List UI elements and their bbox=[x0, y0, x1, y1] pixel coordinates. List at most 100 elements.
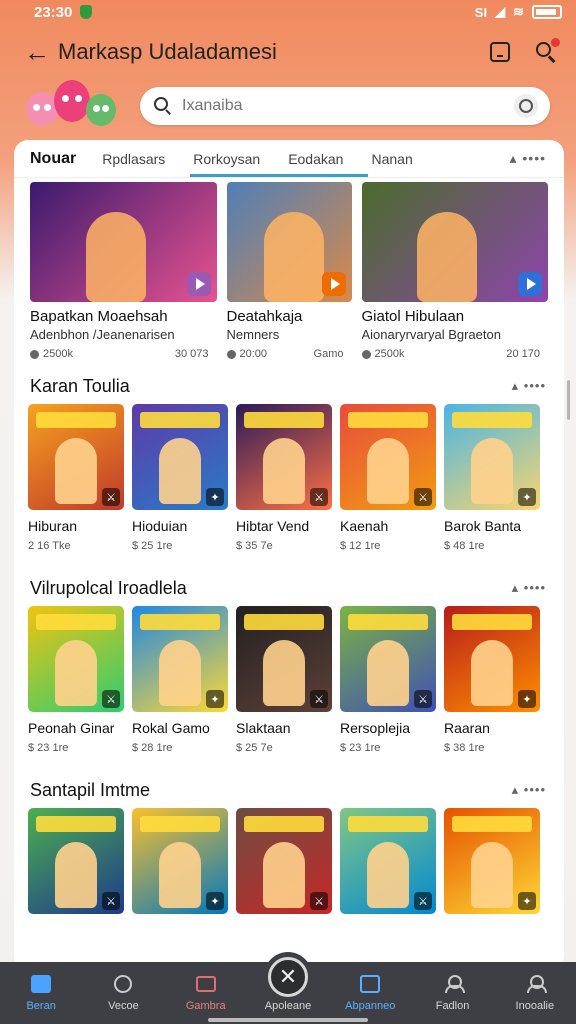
game-name: Hiburan bbox=[28, 518, 78, 534]
game-tile[interactable]: ✦ bbox=[132, 808, 228, 914]
nav-label: Inooalie bbox=[515, 1000, 555, 1012]
game-name: Kaenah bbox=[340, 518, 389, 534]
game-tile[interactable]: ⚔ Hiburan 2 16 Tke bbox=[28, 404, 124, 552]
more-options-icon[interactable]: ▴ •••• bbox=[509, 150, 546, 167]
box-icon bbox=[195, 976, 216, 992]
game-badge-icon: ⚔ bbox=[102, 488, 120, 506]
close-icon[interactable]: ✕ bbox=[268, 957, 308, 997]
section-header: Karan Toulia ▴ •••• bbox=[14, 368, 564, 404]
game-badge-icon: ⚔ bbox=[310, 690, 328, 708]
section-title: Vilrupolcal Iroadlela bbox=[30, 577, 187, 598]
nav-video[interactable]: Vecoe bbox=[83, 974, 163, 1012]
page-title: Markasp Udaladamesi bbox=[58, 39, 277, 64]
mascot-logo bbox=[26, 80, 118, 132]
section-more-icon[interactable]: ▴ •••• bbox=[512, 580, 546, 596]
game-price: $ 38 1re bbox=[444, 742, 485, 754]
section-more-icon[interactable]: ▴ •••• bbox=[512, 378, 546, 394]
home-icon bbox=[31, 975, 52, 993]
featured-card[interactable]: Bapatkan Moaehsah Adenbhon /Jeanenarisen… bbox=[30, 182, 217, 360]
account-icon bbox=[526, 975, 547, 993]
home-indicator bbox=[208, 1018, 368, 1022]
game-name: Barok Banta bbox=[444, 518, 522, 534]
game-thumbnail: ⚔ bbox=[236, 606, 332, 712]
nav-account[interactable]: Inooalie bbox=[495, 974, 575, 1012]
nav-home[interactable]: Beran bbox=[1, 974, 81, 1012]
nav-profile[interactable]: Fadlon bbox=[413, 974, 493, 1012]
tab-nanan[interactable]: Nanan bbox=[371, 151, 412, 167]
back-arrow-icon[interactable]: ← bbox=[24, 37, 54, 68]
featured-count: 20:00 bbox=[239, 348, 268, 360]
game-price: $ 48 1re bbox=[444, 540, 485, 552]
featured-title: Bapatkan Moaehsah bbox=[30, 308, 168, 325]
section-header: Vilrupolcal Iroadlela ▴ •••• bbox=[14, 570, 564, 606]
game-tile[interactable]: ⚔ Kaenah $ 12 1re bbox=[340, 404, 436, 552]
play-icon[interactable] bbox=[321, 272, 346, 296]
game-tile[interactable]: ✦ Barok Banta $ 48 1re bbox=[444, 404, 540, 552]
game-tile[interactable]: ✦ Rokal Gamo $ 28 1re bbox=[132, 606, 228, 754]
nav-label: Beran bbox=[26, 1000, 56, 1012]
game-badge-icon: ⚔ bbox=[414, 892, 432, 910]
game-row: ⚔ ✦ ⚔ ⚔ ✦ bbox=[14, 808, 564, 914]
content-card: Nouar Rpdlasars Rorkoysan Eodakan Nanan … bbox=[14, 140, 564, 970]
players-icon bbox=[361, 349, 371, 359]
game-badge-icon: ⚔ bbox=[414, 488, 432, 506]
search-notification-icon[interactable] bbox=[536, 38, 560, 63]
game-thumbnail: ✦ bbox=[444, 606, 540, 712]
tab-nouar[interactable]: Nouar bbox=[30, 150, 76, 168]
tab-rorkoysan[interactable]: Rorkoysan bbox=[193, 151, 260, 167]
clock-icon bbox=[114, 975, 133, 993]
battery-icon bbox=[532, 5, 562, 19]
game-sections: Karan Toulia ▴ •••• ⚔ Hiburan 2 16 Tke ✦ Hiodu… bbox=[14, 368, 564, 914]
center-action-button[interactable]: ✕ bbox=[264, 952, 312, 1000]
game-badge-icon: ⚔ bbox=[414, 690, 432, 708]
game-tile[interactable]: ✦ Hioduian $ 25 1re bbox=[132, 404, 228, 552]
featured-subtitle: Adenbhon /Jeanenarisen bbox=[30, 327, 175, 342]
play-icon[interactable] bbox=[186, 272, 211, 296]
search-bar[interactable] bbox=[140, 87, 550, 125]
search-input[interactable] bbox=[182, 97, 514, 115]
game-badge-icon: ✦ bbox=[206, 690, 224, 708]
game-tile[interactable]: ⚔ bbox=[28, 808, 124, 914]
mascot-magenta-icon bbox=[54, 80, 90, 122]
game-price: $ 23 1re bbox=[340, 742, 381, 754]
game-price: 2 16 Tke bbox=[28, 540, 71, 552]
tab-indicator bbox=[190, 174, 368, 177]
chat-icon[interactable] bbox=[490, 42, 510, 62]
game-tile[interactable]: ⚔ Rersoplejia $ 23 1re bbox=[340, 606, 436, 754]
play-icon[interactable] bbox=[518, 272, 542, 296]
game-tile[interactable]: ✦ Raaran $ 38 1re bbox=[444, 606, 540, 754]
featured-card[interactable]: Deatahkaja Nemners 20:00 Gamo bbox=[226, 182, 352, 360]
lens-search-icon[interactable] bbox=[514, 94, 538, 118]
game-name: Slaktaan bbox=[236, 720, 291, 736]
game-price: $ 28 1re bbox=[132, 742, 173, 754]
game-tile[interactable]: ⚔ Hibtar Vend $ 35 7e bbox=[236, 404, 332, 552]
game-tile[interactable]: ⚔ bbox=[236, 808, 332, 914]
game-price: $ 12 1re bbox=[340, 540, 381, 552]
game-tile[interactable]: ⚔ bbox=[340, 808, 436, 914]
category-tabs: Nouar Rpdlasars Rorkoysan Eodakan Nanan … bbox=[14, 140, 564, 178]
nav-apps[interactable]: Abpanneo bbox=[330, 974, 410, 1012]
nav-label: Apoleane bbox=[264, 1000, 312, 1012]
scrollbar[interactable] bbox=[567, 380, 570, 420]
mascot-green-icon bbox=[86, 94, 116, 126]
section-more-icon[interactable]: ▴ •••• bbox=[512, 782, 546, 798]
status-bar: 23:30 SI ◢ ≋ bbox=[0, 0, 576, 24]
game-badge-icon: ✦ bbox=[206, 892, 224, 910]
game-name: Rersoplejia bbox=[340, 720, 411, 736]
tab-eodakan[interactable]: Eodakan bbox=[288, 151, 343, 167]
game-tile[interactable]: ⚔ Peonah Ginar $ 23 1re bbox=[28, 606, 124, 754]
game-badge-icon: ✦ bbox=[518, 488, 536, 506]
tab-rpdlasars[interactable]: Rpdlasars bbox=[102, 151, 165, 167]
game-thumbnail: ⚔ bbox=[340, 606, 436, 712]
game-name: Peonah Ginar bbox=[28, 720, 115, 736]
game-tile[interactable]: ✦ bbox=[444, 808, 540, 914]
nav-games[interactable]: Gambra bbox=[166, 974, 246, 1012]
featured-card[interactable]: Giatol Hibulaan Aionaryrvaryal Bgraeton … bbox=[361, 182, 548, 360]
featured-subtitle: Aionaryrvaryal Bgraeton bbox=[361, 327, 501, 342]
game-price: $ 25 1re bbox=[132, 540, 173, 552]
game-thumbnail: ⚔ bbox=[340, 404, 436, 510]
game-thumbnail: ✦ bbox=[132, 606, 228, 712]
game-name: Hibtar Vend bbox=[236, 518, 310, 534]
game-tile[interactable]: ⚔ Slaktaan $ 25 7e bbox=[236, 606, 332, 754]
apps-icon bbox=[360, 975, 381, 993]
